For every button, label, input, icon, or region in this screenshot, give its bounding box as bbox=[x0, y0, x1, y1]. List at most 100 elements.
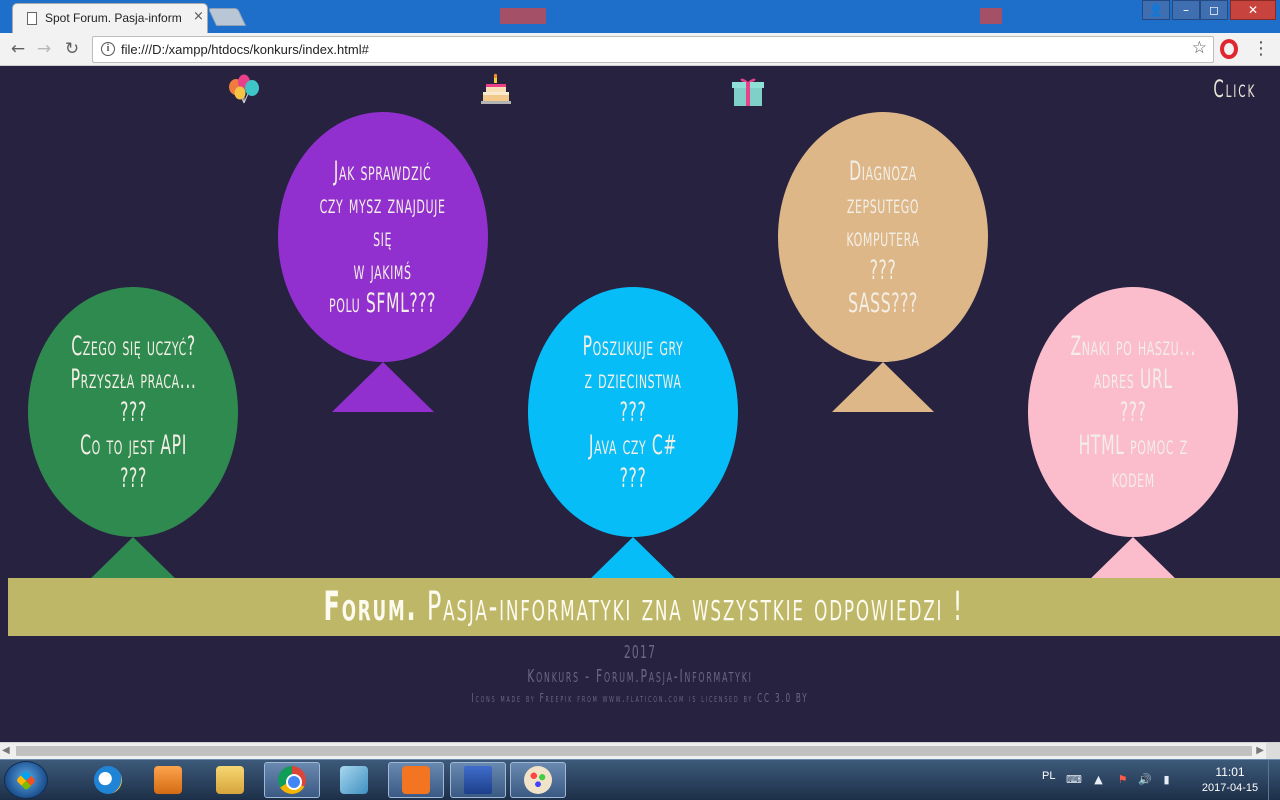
minimize-button[interactable]: – bbox=[1172, 0, 1200, 20]
scroll-right-arrow[interactable]: ▶ bbox=[1256, 745, 1264, 756]
start-button[interactable] bbox=[4, 761, 48, 799]
info-icon[interactable]: i bbox=[101, 42, 115, 56]
balloon-line: SASS??? bbox=[848, 287, 918, 319]
clock-date[interactable]: 2017-04-15 bbox=[1196, 782, 1264, 794]
battery-icon[interactable]: ▮ bbox=[1160, 774, 1173, 786]
scroll-left-arrow[interactable]: ◀ bbox=[2, 745, 10, 756]
balloon-line: ??? bbox=[869, 254, 897, 286]
language-indicator[interactable]: PL bbox=[1042, 770, 1055, 782]
balloon-line: Jak sprawdzić bbox=[334, 155, 432, 187]
balloon-text: Diagnoza zepsutego komputera ??? SASS??? bbox=[822, 155, 944, 320]
windows-taskbar: PL ⌨ ▲ ⚑ 🔊 ▮ 11:01 2017-04-15 bbox=[0, 759, 1280, 800]
gift-icon[interactable] bbox=[730, 73, 766, 109]
tab-close-button[interactable]: × bbox=[193, 9, 204, 24]
save-disk-icon bbox=[464, 766, 492, 794]
balloon-line: Poszukuje gry bbox=[582, 330, 684, 362]
page-footer: 2017 Konkurs - Forum.Pasja-Informatyki I… bbox=[0, 641, 1280, 707]
paint-icon bbox=[524, 766, 552, 794]
balloon-line: kodem bbox=[1111, 462, 1155, 494]
xampp-icon bbox=[402, 766, 430, 794]
tab-title: Spot Forum. Pasja-inform bbox=[45, 11, 182, 25]
balloon-line: zepsutego bbox=[846, 188, 920, 220]
balloon-line: Przyszła praca... bbox=[70, 363, 196, 395]
balloons-icon[interactable] bbox=[226, 73, 262, 109]
show-hidden-icons-icon[interactable]: ▲ bbox=[1092, 774, 1105, 786]
balloon-line: Czego się uczyć? bbox=[70, 330, 196, 362]
keyboard-icon[interactable]: ⌨ bbox=[1066, 774, 1082, 786]
balloon-line: ??? bbox=[619, 396, 647, 428]
balloon-body[interactable]: Diagnoza zepsutego komputera ??? SASS??? bbox=[778, 112, 988, 362]
file-explorer-icon bbox=[216, 766, 244, 794]
balloon-body[interactable]: Czego się uczyć? Przyszła praca... ??? C… bbox=[28, 287, 238, 537]
browser-tab-bar: Spot Forum. Pasja-inform × 👤 – ◻ ✕ bbox=[0, 0, 1280, 33]
browser-tab-active[interactable]: Spot Forum. Pasja-inform × bbox=[12, 3, 208, 33]
balloon-text: Znaki po haszu... adres URL ??? HTML pom… bbox=[1070, 330, 1195, 495]
click-link[interactable]: Click bbox=[1213, 75, 1256, 103]
taskbar-save-app[interactable] bbox=[450, 762, 506, 798]
taskbar-file-explorer[interactable] bbox=[202, 762, 258, 798]
balloon-line: Znaki po haszu... bbox=[1070, 330, 1196, 362]
footer-credits: Icons made by Freepik from www.flaticon.… bbox=[471, 691, 809, 705]
browser-toolbar: ← → ↻ i file:///D:/xampp/htdocs/konkurs/… bbox=[0, 33, 1280, 66]
user-profile-button[interactable]: 👤 bbox=[1142, 0, 1170, 20]
action-center-flag-icon[interactable]: ⚑ bbox=[1116, 774, 1129, 786]
reload-button[interactable]: ↻ bbox=[60, 38, 84, 62]
balloon-body[interactable]: Poszukuje gry z dziecinstwa ??? Java czy… bbox=[528, 287, 738, 537]
balloon-line: adres URL bbox=[1093, 363, 1173, 395]
opera-extension-icon[interactable] bbox=[1220, 39, 1238, 59]
balloon-line: Diagnoza bbox=[849, 155, 917, 187]
clock-time[interactable]: 11:01 bbox=[1200, 765, 1260, 779]
cake-icon[interactable] bbox=[478, 73, 514, 109]
notepad-icon bbox=[340, 766, 368, 794]
chrome-icon bbox=[278, 766, 306, 794]
system-tray: PL ⌨ ▲ ⚑ 🔊 ▮ 11:01 2017-04-15 bbox=[1030, 760, 1280, 800]
balloon-line: komputera bbox=[846, 221, 920, 253]
balloon-text: Poszukuje gry z dziecinstwa ??? Java czy… bbox=[572, 330, 694, 495]
taskbar-notepad[interactable] bbox=[326, 762, 382, 798]
banner-strong: Forum. bbox=[323, 584, 418, 630]
taskbar-chrome[interactable] bbox=[264, 762, 320, 798]
titlebar-decoration bbox=[500, 8, 546, 24]
balloon-body[interactable]: Jak sprawdzić czy mysz znajduje się w ja… bbox=[278, 112, 488, 362]
volume-icon[interactable]: 🔊 bbox=[1138, 774, 1152, 786]
scrollbar-thumb[interactable] bbox=[16, 746, 1252, 756]
balloon-text: Czego się uczyć? Przyszła praca... ??? C… bbox=[70, 330, 196, 495]
maximize-button[interactable]: ◻ bbox=[1200, 0, 1228, 20]
bookmark-star-icon[interactable]: ☆ bbox=[1192, 38, 1207, 58]
forward-button[interactable]: → bbox=[32, 38, 56, 62]
new-tab-button[interactable] bbox=[207, 8, 247, 26]
taskbar-internet-explorer[interactable] bbox=[80, 762, 136, 798]
footer-title: Konkurs - Forum.Pasja-Informatyki bbox=[527, 666, 753, 687]
scroll-corner bbox=[1266, 743, 1280, 759]
balloon-knot bbox=[832, 362, 934, 412]
balloon-line: się bbox=[373, 221, 393, 253]
balloon-line: polu SFML??? bbox=[329, 287, 437, 319]
url-text[interactable]: file:///D:/xampp/htdocs/konkurs/index.ht… bbox=[121, 42, 369, 57]
balloon-line: ??? bbox=[119, 462, 147, 494]
balloon-line: ??? bbox=[119, 396, 147, 428]
balloon-line: Co to jest API bbox=[79, 429, 187, 461]
banner-text: Forum. Pasja-informatyki zna wszystkie o… bbox=[324, 584, 965, 630]
address-bar[interactable]: i file:///D:/xampp/htdocs/konkurs/index.… bbox=[92, 36, 1214, 63]
close-window-button[interactable]: ✕ bbox=[1230, 0, 1276, 20]
banner-rest: Pasja-informatyki zna wszystkie odpowied… bbox=[417, 584, 965, 630]
balloon-line: czy mysz znajduje bbox=[320, 188, 446, 220]
horizontal-scrollbar[interactable]: ◀ ▶ bbox=[0, 742, 1280, 759]
balloon-text: Jak sprawdzić czy mysz znajduje się w ja… bbox=[320, 155, 446, 320]
balloon-line: z dziecinstwa bbox=[584, 363, 682, 395]
media-player-icon bbox=[154, 766, 182, 794]
taskbar-media-player[interactable] bbox=[140, 762, 196, 798]
taskbar-xampp[interactable] bbox=[388, 762, 444, 798]
titlebar-decoration bbox=[980, 8, 1002, 24]
taskbar-paint[interactable] bbox=[510, 762, 566, 798]
balloon-line: ??? bbox=[619, 462, 647, 494]
show-desktop-button[interactable] bbox=[1268, 760, 1280, 800]
back-button[interactable]: ← bbox=[6, 38, 30, 62]
browser-menu-icon[interactable]: ⋮ bbox=[1252, 37, 1270, 61]
taskbar-status-area bbox=[576, 768, 926, 790]
internet-explorer-icon bbox=[94, 766, 122, 794]
balloon-body[interactable]: Znaki po haszu... adres URL ??? HTML pom… bbox=[1028, 287, 1238, 537]
balloon-knot bbox=[332, 362, 434, 412]
windows-logo-icon bbox=[16, 770, 36, 791]
balloon-line: w jakimś bbox=[353, 254, 413, 286]
